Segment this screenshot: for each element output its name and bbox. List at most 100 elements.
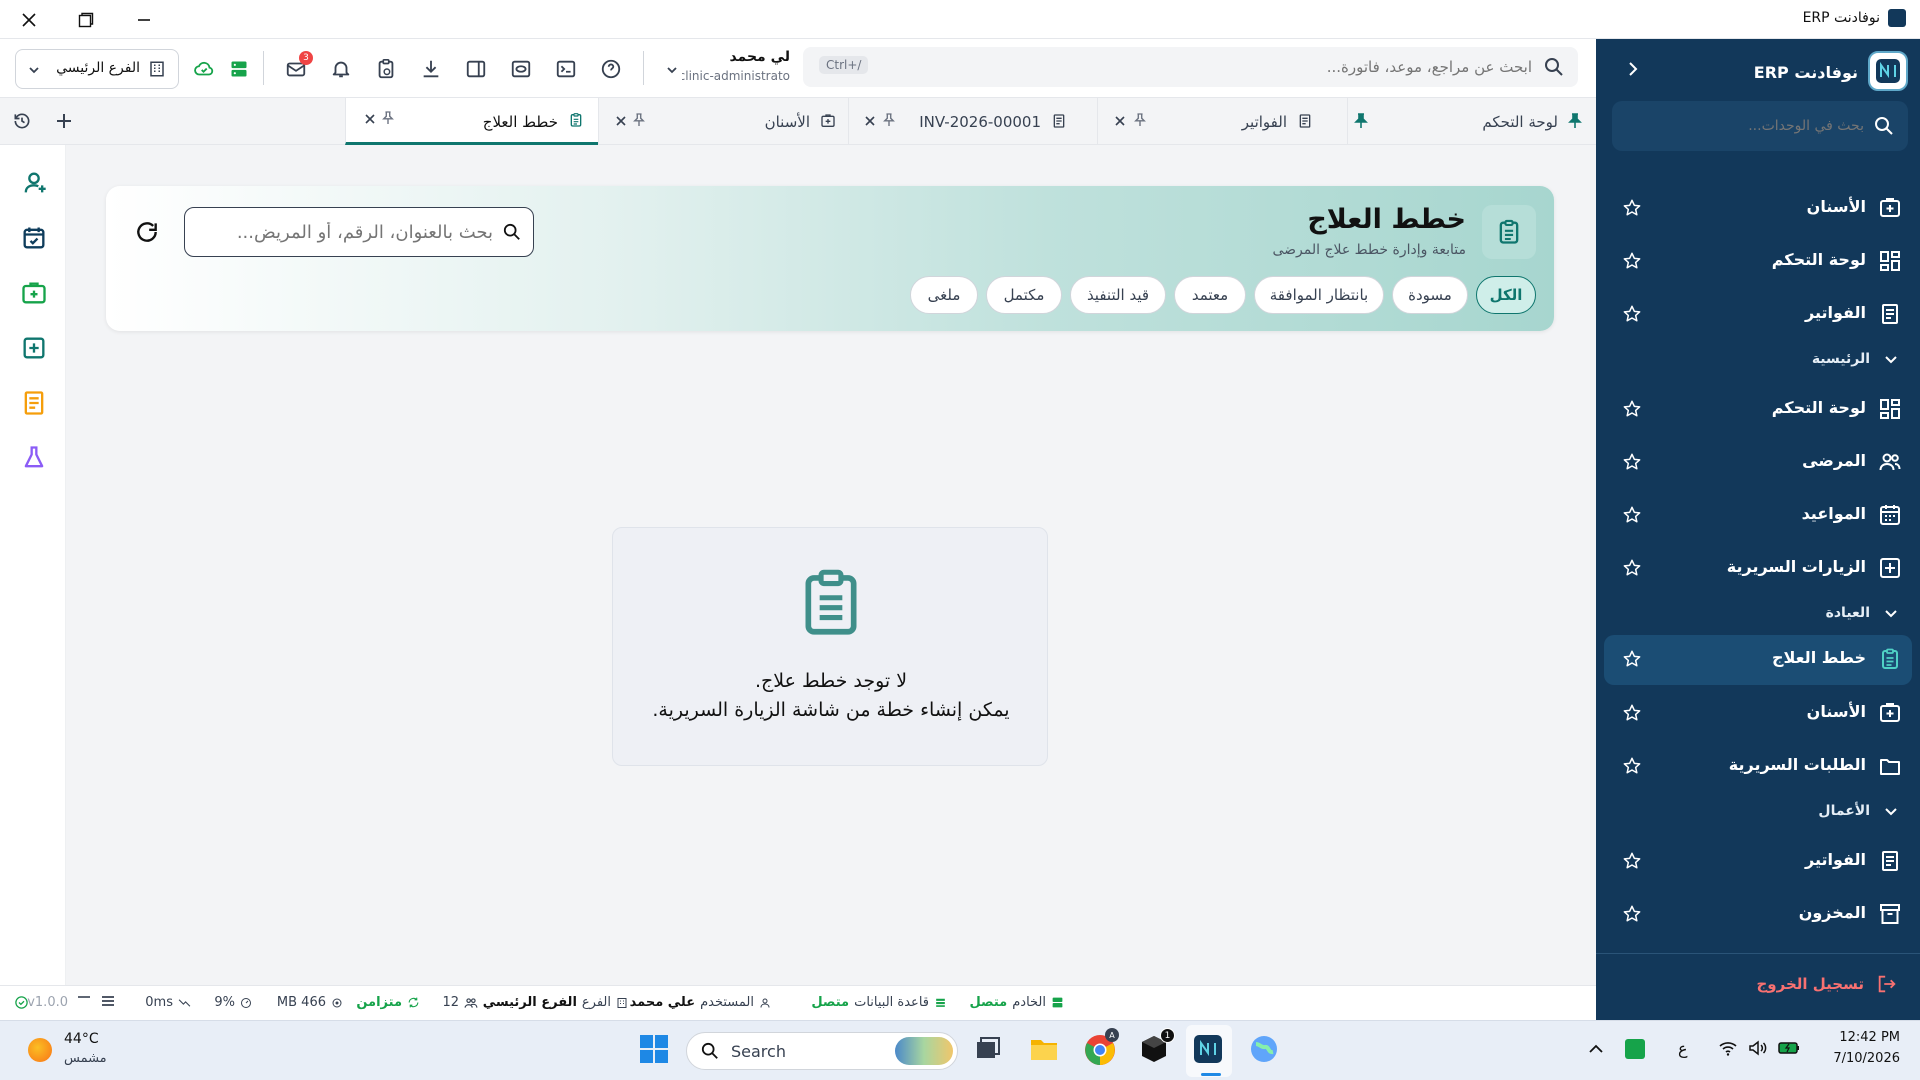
- filter-all[interactable]: الكل: [1476, 276, 1536, 314]
- star-icon[interactable]: [1622, 703, 1642, 723]
- tab-treatment-plans[interactable]: خطط العلاج: [345, 98, 598, 145]
- input-language[interactable]: ع: [1678, 1039, 1688, 1058]
- clipboard-icon: [1499, 219, 1519, 244]
- sidebar-item-dashboard-fav[interactable]: لوحة التحكم: [1596, 237, 1920, 285]
- star-icon[interactable]: [1622, 649, 1642, 669]
- side-panel-button[interactable]: [463, 56, 489, 82]
- user-menu[interactable]: لي محمد clinic-administrato: [660, 47, 790, 91]
- pin-icon[interactable]: [1134, 113, 1146, 127]
- sidebar-item-invoices-fav[interactable]: الفواتير: [1596, 290, 1920, 338]
- plans-search-box[interactable]: [184, 207, 534, 257]
- tray-overflow-button[interactable]: [1588, 1043, 1604, 1055]
- sidebar-section-clinic[interactable]: العيادة: [1596, 598, 1920, 630]
- filter-completed[interactable]: مكتمل: [986, 276, 1062, 314]
- weather-sun-icon[interactable]: [28, 1038, 52, 1062]
- minimize-window-button[interactable]: [129, 6, 159, 34]
- filter-pending-approval[interactable]: بانتظار الموافقة: [1254, 276, 1384, 314]
- close-window-button[interactable]: [14, 6, 44, 34]
- chrome-button[interactable]: A: [1083, 1028, 1119, 1069]
- tray-app-icon[interactable]: [1625, 1039, 1645, 1059]
- module-search-input[interactable]: [1644, 113, 1864, 139]
- sidebar-item-treatment-plans[interactable]: خطط العلاج: [1604, 635, 1912, 685]
- star-icon[interactable]: [1622, 505, 1642, 525]
- sidebar-item-patients[interactable]: المرضى: [1596, 438, 1920, 486]
- collapse-sidebar-button[interactable]: [1626, 61, 1640, 77]
- star-icon[interactable]: [1622, 399, 1642, 419]
- sidebar-section-business[interactable]: الأعمال: [1596, 796, 1920, 828]
- sidebar-item-inventory[interactable]: المخزون: [1596, 890, 1920, 938]
- pin-icon[interactable]: [382, 111, 394, 125]
- close-icon[interactable]: [864, 115, 876, 127]
- tab-invoices[interactable]: الفواتير: [1097, 98, 1347, 145]
- globe-app-button[interactable]: [1248, 1033, 1284, 1069]
- new-tab-button[interactable]: [54, 111, 74, 131]
- plans-search-input[interactable]: [203, 219, 493, 245]
- pin-icon[interactable]: [1568, 113, 1582, 129]
- task-view-button[interactable]: [972, 1033, 1008, 1069]
- pin-icon[interactable]: [633, 113, 645, 127]
- lab-button[interactable]: [20, 444, 48, 472]
- sidebar-item-appointments[interactable]: المواعيد: [1596, 491, 1920, 539]
- battery-button[interactable]: [1778, 1041, 1800, 1055]
- sidebar-item-dashboard[interactable]: لوحة التحكم: [1596, 385, 1920, 433]
- star-icon[interactable]: [1622, 198, 1642, 218]
- tab-invoice-detail[interactable]: INV-2026-00001: [848, 98, 1097, 145]
- preview-button[interactable]: [508, 56, 534, 82]
- download-button[interactable]: [418, 56, 444, 82]
- sidebar-item-teeth-2[interactable]: الأسنان: [1596, 689, 1920, 737]
- server-status-button[interactable]: [226, 56, 252, 82]
- wifi-button[interactable]: [1718, 1040, 1738, 1056]
- global-search-input[interactable]: [1152, 55, 1532, 79]
- close-icon[interactable]: [615, 115, 627, 127]
- branch-selector[interactable]: الفرع الرئيسي: [15, 49, 179, 89]
- sidebar-section-main[interactable]: الرئيسية: [1596, 344, 1920, 376]
- close-icon[interactable]: [364, 113, 376, 125]
- star-icon[interactable]: [1622, 558, 1642, 578]
- taskbar-search[interactable]: Search: [686, 1032, 958, 1070]
- new-appointment-button[interactable]: [20, 224, 48, 252]
- clock-time[interactable]: 12:42 PM: [1820, 1030, 1900, 1045]
- maximize-window-button[interactable]: [71, 6, 101, 34]
- tab-dashboard[interactable]: لوحة التحكم: [1347, 98, 1596, 145]
- sidebar-item-invoices[interactable]: الفواتير: [1596, 837, 1920, 885]
- cloud-sync-button[interactable]: [191, 56, 217, 82]
- logout-button[interactable]: تسجيل الخروج: [1757, 973, 1899, 995]
- clock-date[interactable]: 7/10/2026: [1820, 1051, 1900, 1066]
- filter-cancelled[interactable]: ملغى: [910, 276, 978, 314]
- star-icon[interactable]: [1622, 304, 1642, 324]
- filter-approved[interactable]: معتمد: [1174, 276, 1246, 314]
- filter-in-progress[interactable]: قيد التنفيذ: [1070, 276, 1166, 314]
- star-icon[interactable]: [1622, 904, 1642, 924]
- novadent-taskbar-button[interactable]: [1192, 1033, 1228, 1069]
- star-icon[interactable]: [1622, 851, 1642, 871]
- sidebar-item-clinical-orders[interactable]: الطلبات السريرية: [1596, 742, 1920, 790]
- medical-kit-button[interactable]: [20, 279, 48, 307]
- star-icon[interactable]: [1622, 452, 1642, 472]
- star-icon[interactable]: [1622, 756, 1642, 776]
- tab-teeth[interactable]: الأسنان: [598, 98, 848, 145]
- messages-button[interactable]: 3: [283, 51, 313, 82]
- new-invoice-button[interactable]: [20, 389, 48, 417]
- sidebar-item-clinical-visits[interactable]: الزيارات السريرية: [1596, 544, 1920, 592]
- close-icon[interactable]: [1114, 115, 1126, 127]
- pin-icon[interactable]: [883, 113, 895, 127]
- notifications-button[interactable]: [328, 56, 354, 82]
- terminal-button[interactable]: [553, 56, 579, 82]
- volume-button[interactable]: [1748, 1040, 1768, 1056]
- sidebar-item-teeth[interactable]: الأسنان: [1596, 184, 1920, 232]
- refresh-button[interactable]: [134, 219, 160, 245]
- clipboard-button[interactable]: [373, 56, 399, 82]
- global-search-box[interactable]: Ctrl+/: [803, 47, 1578, 87]
- start-button[interactable]: [638, 1033, 674, 1069]
- file-explorer-button[interactable]: [1028, 1033, 1064, 1069]
- star-icon[interactable]: [1622, 251, 1642, 271]
- history-button[interactable]: [12, 111, 32, 131]
- app-box-button[interactable]: 1: [1138, 1028, 1175, 1069]
- new-visit-button[interactable]: [20, 334, 48, 362]
- add-patient-button[interactable]: [20, 169, 48, 197]
- module-search-box[interactable]: [1612, 101, 1908, 151]
- help-circle-button[interactable]: [598, 56, 624, 82]
- pin-icon[interactable]: [1354, 113, 1368, 129]
- filter-draft[interactable]: مسودة: [1392, 276, 1468, 314]
- status-menu[interactable]: [101, 995, 115, 1007]
